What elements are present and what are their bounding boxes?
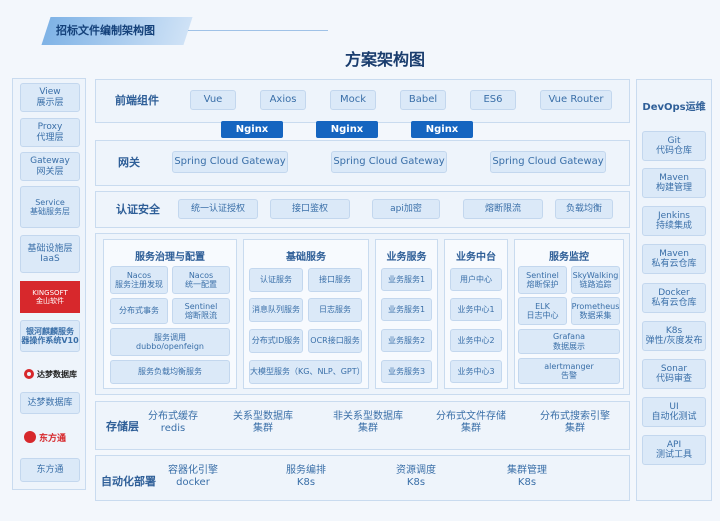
distributed-transaction: 分布式事务	[110, 298, 168, 324]
page-title: 方案架构图	[344, 50, 425, 69]
ocr-service: OCR接口服务	[308, 329, 362, 353]
monitoring-title: 服务监控	[549, 252, 589, 263]
grafana: Grafana 数据展示	[518, 329, 620, 354]
devops-docker-repo: Docker 私有云仓库	[642, 283, 706, 313]
kingsoft-logo: KINGSOFT 金山软件	[20, 281, 80, 313]
kylin-os: 银河麒麟服务 器操作系统V10	[20, 320, 80, 352]
deploy-orchestration: 服务编排 K8s	[286, 465, 326, 488]
auth-panel	[95, 191, 630, 228]
devops-k8s-release: K8s 弹性/灰度发布	[642, 321, 706, 351]
auth-circuit-breaker: 熔断限流	[463, 199, 543, 219]
governance-title: 服务治理与配置	[135, 252, 205, 263]
dameng-logo-icon	[24, 369, 34, 379]
devops-sonar: Sonar 代码审查	[642, 359, 706, 389]
business-service-3: 业务服务3	[381, 360, 432, 383]
log-service: 日志服务	[308, 298, 362, 322]
storage-search: 分布式搜索引擎 集群	[540, 411, 610, 434]
auth-load-balance: 负载均衡	[555, 199, 613, 219]
middle-platform-title: 业务中台	[456, 252, 496, 263]
storage-dfs: 分布式文件存储 集群	[436, 411, 506, 434]
proxy-layer: Proxy 代理层	[20, 118, 80, 147]
storage-rdbms: 关系型数据库 集群	[233, 411, 293, 434]
spring-cloud-gateway-1: Spring Cloud Gateway	[172, 151, 288, 173]
nginx-1: Nginx	[221, 121, 283, 138]
auth-api-auth: 接口鉴权	[270, 199, 350, 219]
business-center-3: 业务中心3	[450, 360, 502, 383]
deploy-cluster-mgmt: 集群管理 K8s	[507, 465, 547, 488]
devops-maven-build: Maven 构建管理	[642, 168, 706, 198]
llm-service: 大模型服务（KG、NLP、GPT）	[249, 360, 365, 384]
header-rule	[188, 30, 328, 31]
nginx-2: Nginx	[316, 121, 378, 138]
dameng-logo: 达梦数据库	[24, 363, 82, 385]
deploy-scheduling: 资源调度 K8s	[396, 465, 436, 488]
devops-maven-repo: Maven 私有云仓库	[642, 244, 706, 274]
prometheus: Prometheus 数据采集	[571, 297, 620, 325]
user-center: 用户中心	[450, 268, 502, 291]
devops-ui-test: UI 自动化测试	[642, 397, 706, 427]
devops-api-test: API 测试工具	[642, 435, 706, 465]
frontend-vue: Vue	[190, 90, 236, 110]
devops-jenkins: Jenkins 持续集成	[642, 206, 706, 236]
auth-label: 认证安全	[116, 203, 160, 216]
service-layer: Service 基础服务层	[20, 186, 80, 228]
dongfangtong-logo: 东方通	[24, 426, 82, 448]
deploy-label: 自动化部署	[101, 475, 156, 488]
dongfangtong-logo-text: 东方通	[39, 433, 67, 444]
nacos-config: Nacos 统一配置	[172, 266, 230, 294]
gateway-label: 网关	[118, 156, 140, 169]
api-service: 接口服务	[308, 268, 362, 292]
dongfangtong-logo-icon	[24, 431, 36, 443]
nginx-3: Nginx	[411, 121, 473, 138]
distributed-id-service: 分布式ID服务	[249, 329, 303, 353]
devops-title: DevOps运维	[642, 102, 706, 113]
devops-git: Git 代码仓库	[642, 131, 706, 161]
auth-api-encrypt: api加密	[372, 199, 440, 219]
skywalking: SkyWalking 链路追踪	[571, 266, 620, 294]
view-layer: View 展示层	[20, 83, 80, 112]
auth-sso: 统一认证授权	[178, 199, 258, 219]
spring-cloud-gateway-3: Spring Cloud Gateway	[490, 151, 606, 173]
business-center-1: 业务中心1	[450, 298, 502, 321]
frontend-babel: Babel	[400, 90, 446, 110]
header-tab-title: 招标文件编制架构图	[56, 24, 155, 37]
business-center-2: 业务中心2	[450, 329, 502, 352]
sentinel-governance: Sentinel 熔断限流	[172, 298, 230, 324]
dameng-label: 达梦数据库	[20, 392, 80, 414]
service-invocation: 服务调用 dubbo/openfeign	[110, 328, 230, 356]
basic-services-title: 基础服务	[286, 252, 326, 263]
spring-cloud-gateway-2: Spring Cloud Gateway	[331, 151, 447, 173]
gateway-layer: Gateway 网关层	[20, 152, 80, 181]
business-service-1a: 业务服务1	[381, 268, 432, 291]
frontend-vue-router: Vue Router	[540, 90, 612, 110]
frontend-axios: Axios	[260, 90, 306, 110]
dameng-logo-text: 达梦数据库	[37, 369, 77, 379]
frontend-es6: ES6	[470, 90, 516, 110]
service-load-balance: 服务负载均衡服务	[110, 360, 230, 384]
sentinel-monitor: Sentinel 熔断保护	[518, 266, 567, 294]
business-service-1b: 业务服务1	[381, 298, 432, 321]
dongfangtong-label: 东方通	[20, 458, 80, 482]
iaas-layer: 基础设施层 IaaS	[20, 235, 80, 273]
deploy-docker: 容器化引擎 docker	[168, 465, 218, 488]
storage-nosql: 非关系型数据库 集群	[333, 411, 403, 434]
storage-label: 存储层	[106, 420, 139, 433]
frontend-mock: Mock	[330, 90, 376, 110]
alertmanager: alertmanger 告警	[518, 358, 620, 384]
mq-service: 消息队列服务	[249, 298, 303, 322]
frontend-label: 前端组件	[115, 94, 159, 107]
storage-redis: 分布式缓存 redis	[148, 411, 198, 434]
business-services-title: 业务服务	[386, 252, 427, 263]
nacos-discovery: Nacos 服务注册发现	[110, 266, 168, 294]
elk: ELK 日志中心	[518, 297, 567, 325]
auth-service: 认证服务	[249, 268, 303, 292]
business-service-2: 业务服务2	[381, 329, 432, 352]
